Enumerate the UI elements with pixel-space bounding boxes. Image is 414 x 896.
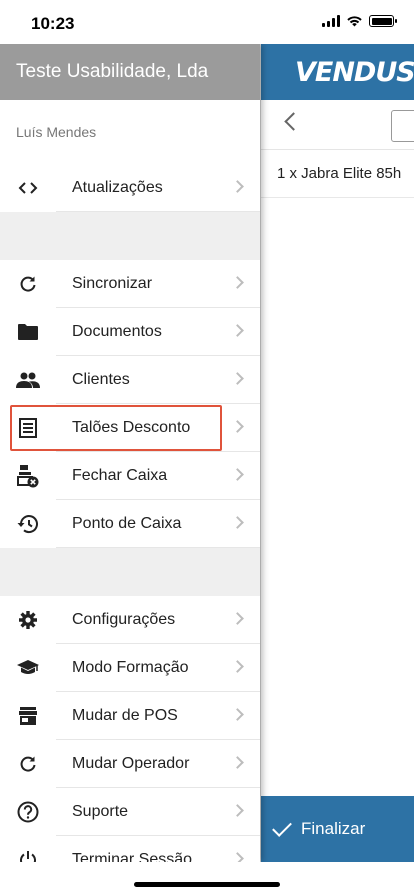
menu-item-modo-formacao[interactable]: Modo Formação — [0, 644, 260, 692]
menu-item-documentos[interactable]: Documentos — [0, 308, 260, 356]
menu-item-fechar-caixa[interactable]: Fechar Caixa — [0, 452, 260, 500]
menu-item-configuracoes[interactable]: Configurações — [0, 596, 260, 644]
code-icon — [0, 178, 56, 198]
chevron-right-icon — [231, 276, 244, 289]
menu-item-clientes[interactable]: Clientes — [0, 356, 260, 404]
battery-icon — [369, 15, 397, 27]
chevron-right-icon — [231, 852, 244, 862]
status-icons — [322, 15, 397, 27]
status-bar: 10:23 — [0, 0, 414, 44]
menu-item-suporte[interactable]: Suporte — [0, 788, 260, 836]
menu-item-label: Talões Desconto — [56, 404, 260, 452]
menu-item-label: Atualizações — [56, 164, 260, 212]
menu-item-taloes-desconto[interactable]: Talões Desconto — [0, 404, 260, 452]
chevron-right-icon — [231, 612, 244, 625]
gear-icon — [0, 610, 56, 630]
chevron-right-icon — [231, 420, 244, 433]
menu-item-label: Mudar Operador — [56, 740, 260, 788]
menu-item-sincronizar[interactable]: Sincronizar — [0, 260, 260, 308]
chevron-right-icon — [231, 324, 244, 337]
company-name: Teste Usabilidade, Lda — [0, 44, 260, 100]
menu-item-mudar-de-pos[interactable]: Mudar de POS — [0, 692, 260, 740]
chevron-right-icon — [231, 468, 244, 481]
main-app-panel: VENDUS 1 x Jabra Elite 85h Finalizar — [260, 44, 414, 862]
back-chevron-icon[interactable] — [284, 112, 303, 131]
chevron-right-icon — [231, 756, 244, 769]
check-icon — [272, 817, 292, 837]
menu-item-ponto-de-caixa[interactable]: Ponto de Caixa — [0, 500, 260, 548]
menu-item-mudar-operador[interactable]: Mudar Operador — [0, 740, 260, 788]
finalize-label: Finalizar — [301, 819, 366, 838]
menu-item-label: Sincronizar — [56, 260, 260, 308]
app-toolbar — [261, 100, 414, 150]
store-icon — [0, 706, 56, 726]
refresh-icon — [0, 274, 56, 294]
section-divider — [0, 548, 260, 596]
operator-name: Luís Mendes — [16, 124, 97, 140]
signal-icon — [322, 15, 340, 27]
menu-item-label: Documentos — [56, 308, 260, 356]
wifi-icon — [347, 16, 362, 27]
chevron-right-icon — [231, 660, 244, 673]
menu-item-label: Configurações — [56, 596, 260, 644]
section-divider — [0, 212, 260, 260]
navigation-drawer: Teste Usabilidade, Lda Luís Mendes Atual… — [0, 44, 260, 862]
refresh-icon — [0, 754, 56, 774]
bottom-safe-area — [0, 862, 414, 896]
menu-item-label: Clientes — [56, 356, 260, 404]
help-icon — [0, 801, 56, 823]
close-register-icon — [0, 464, 56, 488]
graduation-cap-icon — [0, 659, 56, 677]
menu-item-label: Suporte — [56, 788, 260, 836]
people-icon — [0, 372, 56, 388]
finalize-button[interactable]: Finalizar — [261, 796, 414, 862]
chevron-right-icon — [231, 708, 244, 721]
order-line-item[interactable]: 1 x Jabra Elite 85h — [261, 150, 414, 198]
menu-item-label: Fechar Caixa — [56, 452, 260, 500]
toolbar-field[interactable] — [391, 110, 414, 142]
menu-item-label: Mudar de POS — [56, 692, 260, 740]
app-logo: VENDUS — [295, 56, 414, 88]
menu-item-label: Ponto de Caixa — [56, 500, 260, 548]
chevron-right-icon — [231, 372, 244, 385]
chevron-right-icon — [231, 180, 244, 193]
receipt-icon — [0, 418, 56, 438]
chevron-right-icon — [231, 516, 244, 529]
home-indicator[interactable] — [134, 882, 280, 887]
power-icon — [0, 850, 56, 862]
menu-item-label: Terminar Sessão — [56, 836, 260, 862]
menu-item-atualizacoes[interactable]: Atualizações — [0, 164, 260, 212]
menu-item-terminar-sessao[interactable]: Terminar Sessão — [0, 836, 260, 862]
history-icon — [0, 514, 56, 534]
menu-item-label: Modo Formação — [56, 644, 260, 692]
folder-icon — [0, 323, 56, 341]
app-header: VENDUS — [261, 44, 414, 100]
chevron-right-icon — [231, 804, 244, 817]
status-time: 10:23 — [31, 14, 75, 33]
